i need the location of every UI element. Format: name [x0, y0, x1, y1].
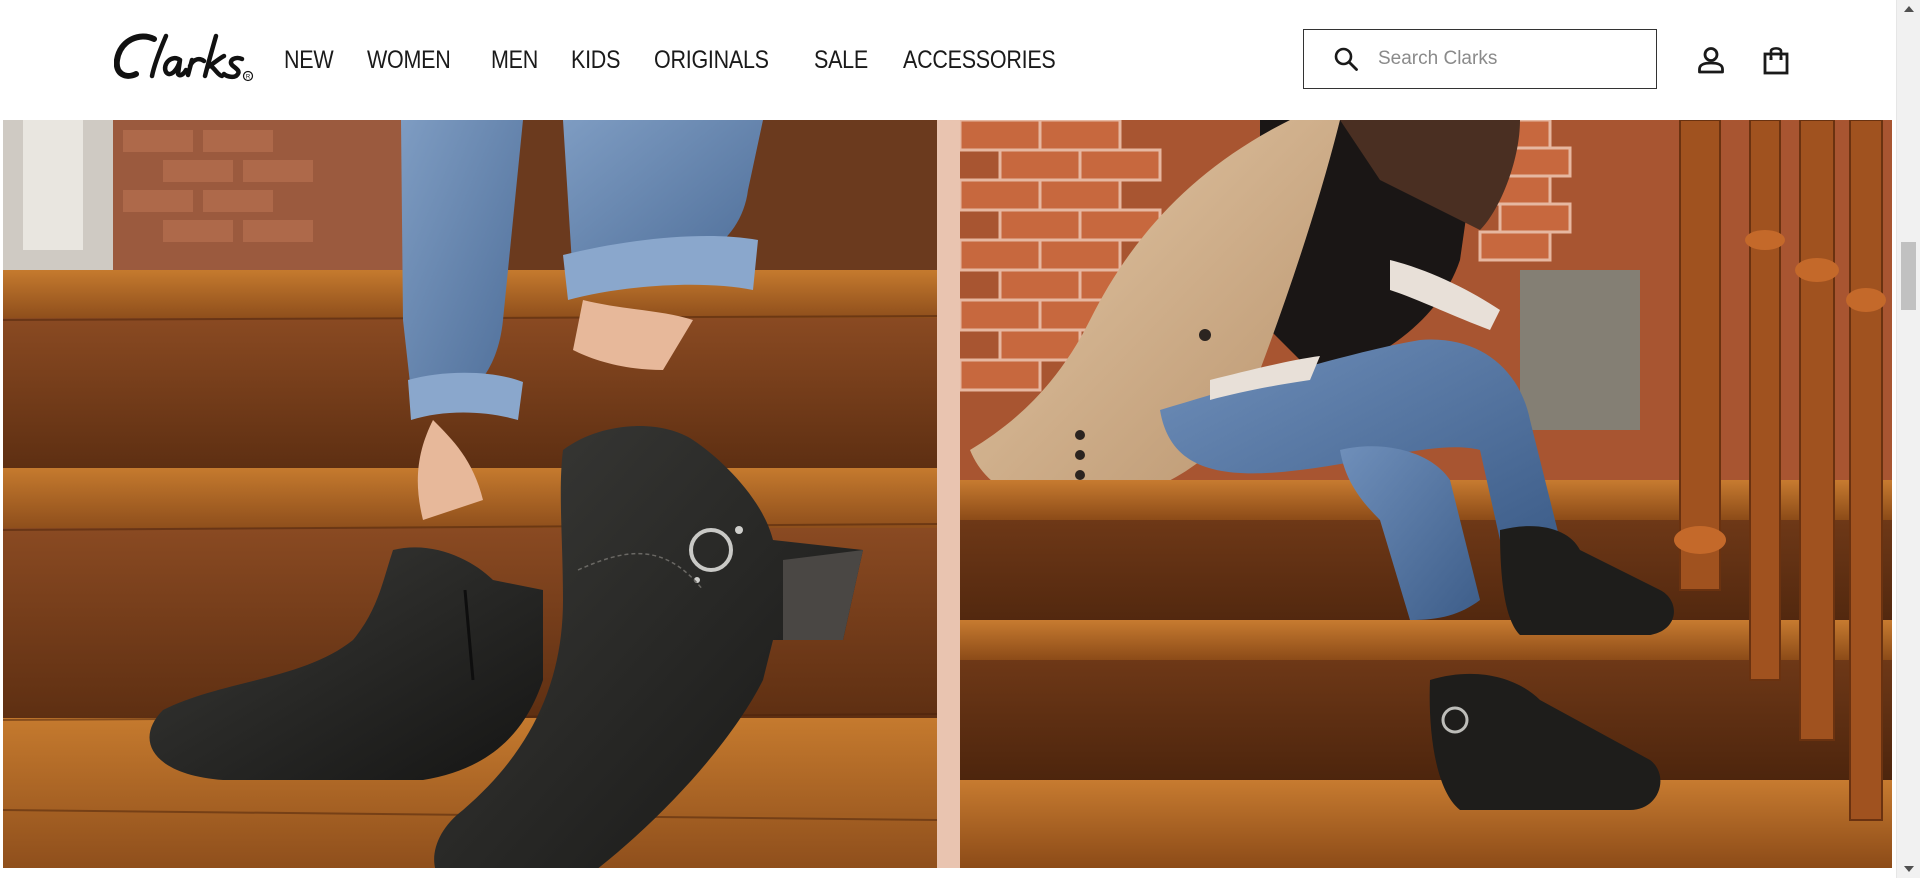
nav-item-accessories[interactable]: ACCESSORIES [903, 40, 1056, 80]
hero-divider [937, 120, 960, 868]
page: R NEW WOMEN MEN KIDS ORIGINALS SALE ACCE… [0, 0, 1920, 878]
nav-item-originals[interactable]: ORIGINALS [654, 40, 769, 80]
scrollbar-thumb[interactable] [1901, 242, 1916, 310]
hero-image-boots-closeup[interactable] [3, 120, 937, 868]
page-bottom-strip [0, 868, 1896, 878]
search-input[interactable] [1378, 48, 1628, 70]
nav-item-men[interactable]: MEN [491, 40, 538, 80]
nav-item-women[interactable]: WOMEN [367, 40, 451, 80]
site-header: R NEW WOMEN MEN KIDS ORIGINALS SALE ACCE… [0, 0, 1896, 120]
hero-image-woman-on-stairs[interactable] [960, 120, 1892, 868]
clarks-logo[interactable]: R [114, 30, 276, 88]
account-icon[interactable] [1696, 45, 1726, 75]
hero-banner [0, 120, 1896, 868]
scroll-up-arrow-icon[interactable] [1897, 0, 1920, 18]
main-nav-list: NEW WOMEN MEN KIDS ORIGINALS SALE ACCESS… [284, 40, 1070, 80]
vertical-scrollbar[interactable] [1896, 0, 1920, 878]
search-box[interactable] [1303, 29, 1657, 89]
search-icon[interactable] [1332, 45, 1360, 73]
svg-text:R: R [246, 74, 251, 80]
scroll-down-arrow-icon[interactable] [1897, 860, 1920, 878]
nav-item-new[interactable]: NEW [284, 40, 334, 80]
nav-item-kids[interactable]: KIDS [571, 40, 620, 80]
nav-item-sale[interactable]: SALE [814, 40, 868, 80]
clarks-logo-wordmark: R [114, 33, 254, 82]
shopping-bag-icon[interactable] [1761, 44, 1791, 76]
